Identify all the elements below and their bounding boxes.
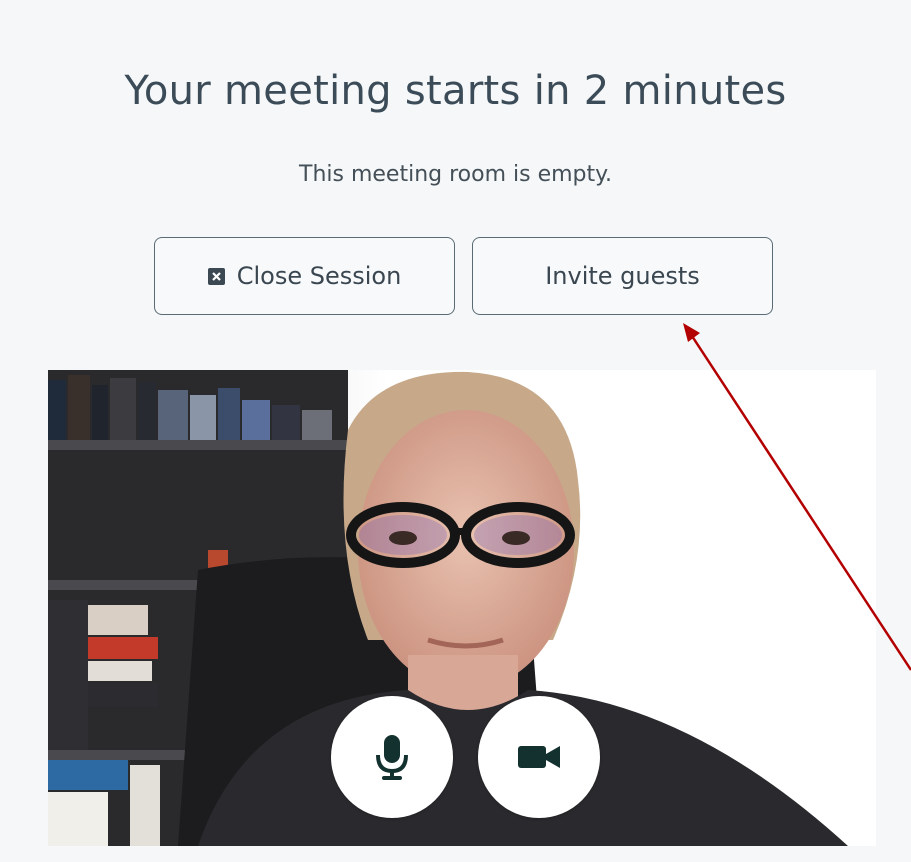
close-box-icon [207, 267, 225, 285]
invite-guests-button[interactable]: Invite guests [472, 237, 773, 315]
room-status-text: This meeting room is empty. [299, 162, 612, 187]
close-session-button[interactable]: Close Session [154, 237, 455, 315]
page-title: Your meeting starts in 2 minutes [124, 68, 787, 114]
microphone-toggle-button[interactable] [331, 696, 453, 818]
invite-guests-label: Invite guests [545, 262, 700, 290]
video-camera-icon [518, 746, 560, 768]
camera-preview-image [48, 370, 876, 846]
microphone-icon [376, 735, 408, 780]
camera-toggle-button[interactable] [478, 696, 600, 818]
close-session-label: Close Session [236, 262, 402, 290]
camera-preview [48, 370, 876, 846]
